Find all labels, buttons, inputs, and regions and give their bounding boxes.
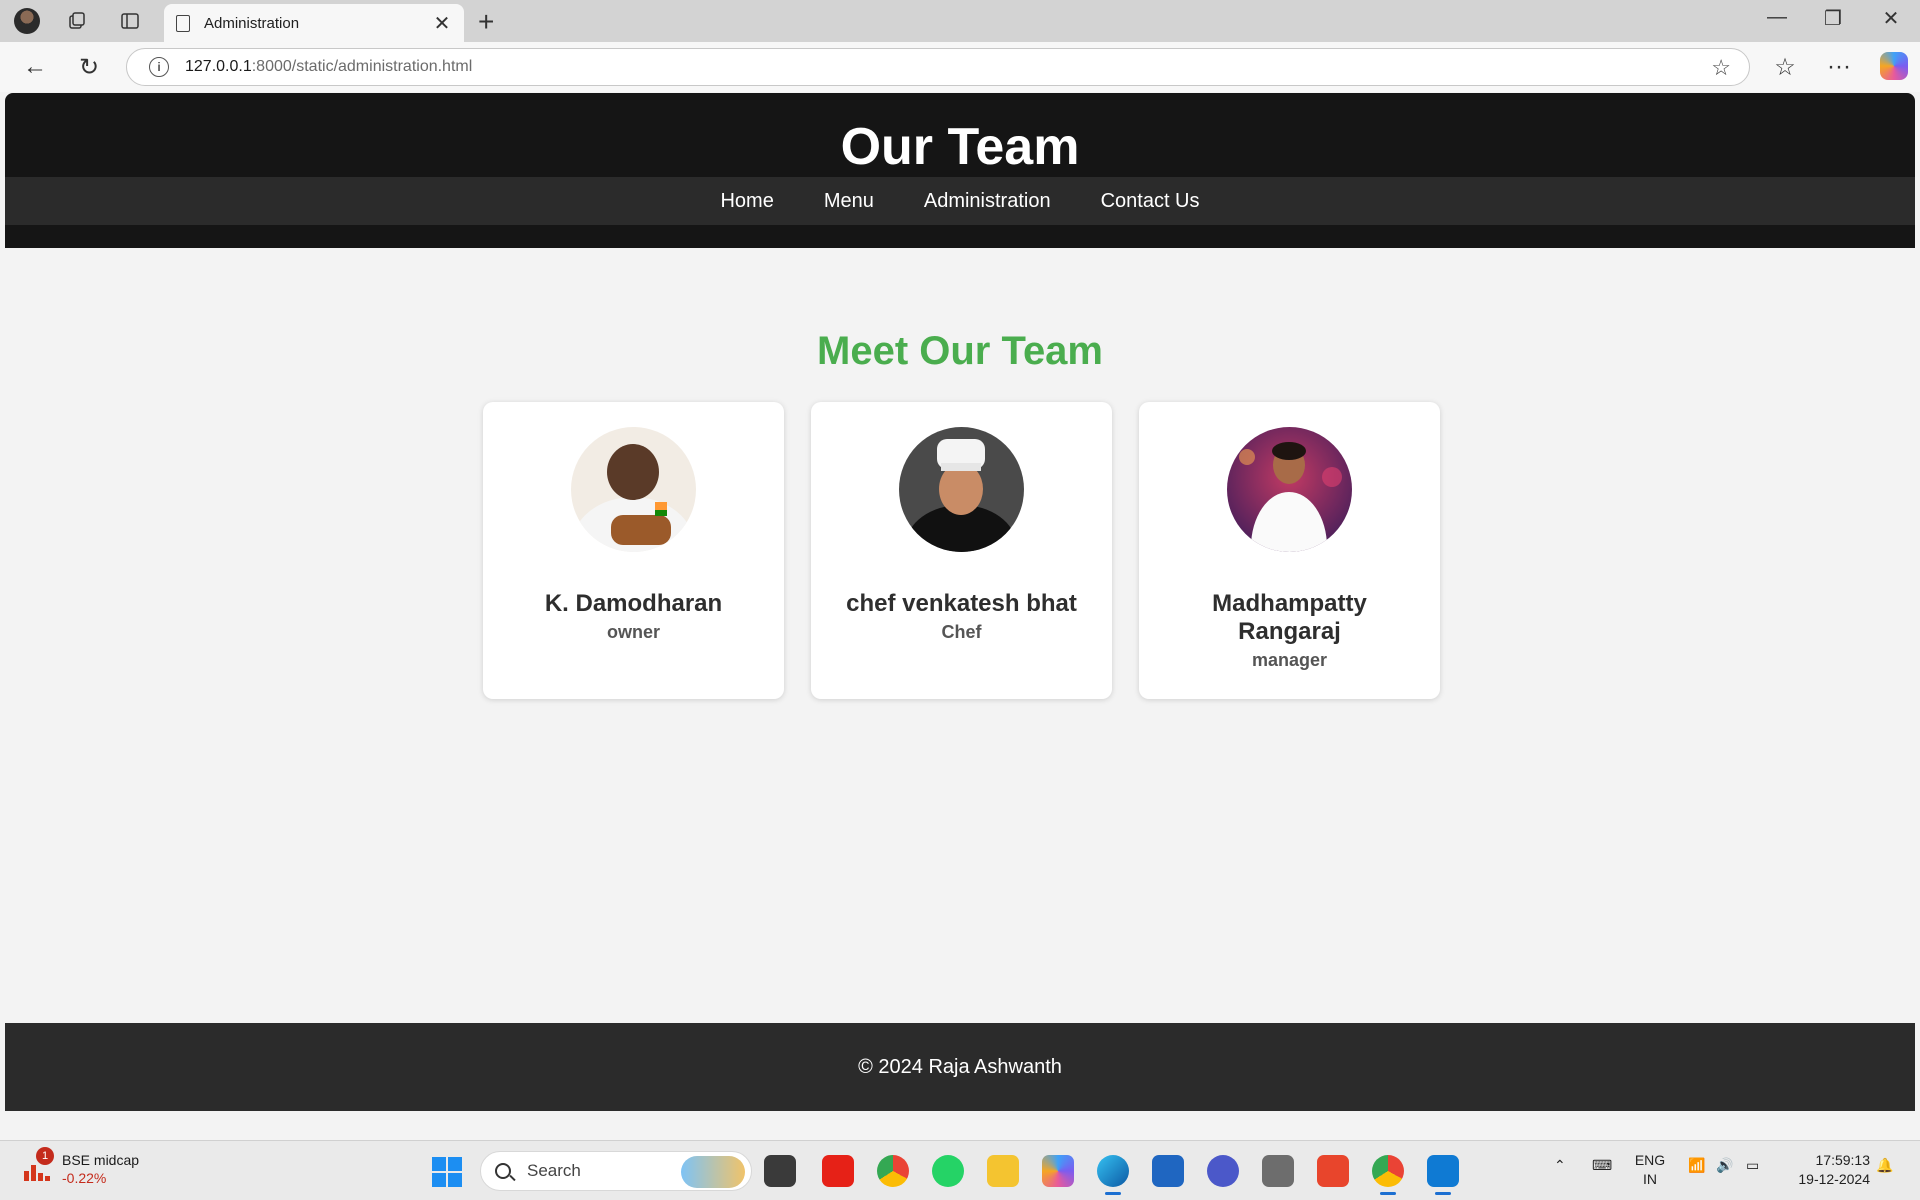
url-host: 127.0.0.1 [185,58,252,75]
refresh-icon[interactable]: ↻ [74,52,104,82]
new-tab-icon[interactable]: + [478,6,494,38]
member-role: manager [1251,650,1328,670]
keyboard-icon[interactable]: ⌨ [1592,1157,1612,1174]
chrome-profile-icon[interactable] [1372,1155,1404,1195]
tab-administration[interactable]: Administration ✕ [164,4,464,42]
whatsapp-icon[interactable] [932,1155,964,1187]
minimize-icon[interactable]: — [1762,6,1792,29]
vscode-icon[interactable] [1427,1155,1459,1195]
volume-icon[interactable]: 🔊 [1716,1157,1733,1174]
anydesk-icon[interactable] [1207,1155,1239,1187]
nav-contact-us[interactable]: Contact Us [1101,190,1200,213]
search-placeholder: Search [527,1161,581,1180]
stock-change: -0.22% [62,1170,107,1186]
member-name: Madhampatty Rangaraj manager [1159,590,1420,674]
member-name-text: chef venkatesh bhat [846,590,1077,617]
profile-avatar[interactable] [14,8,40,34]
site-title: Our Team [840,118,1080,176]
windows-start-icon[interactable] [432,1157,462,1187]
main-nav: Home Menu Administration Contact Us [5,177,1915,225]
footer-copyright: © 2024 Raja Ashwanth [858,1055,1062,1078]
clock-time: 17:59:13 [1815,1152,1871,1168]
stock-chart-icon: 1 [22,1147,54,1185]
browser-toolbar: ← ↻ i 127.0.0.1:8000/static/administrati… [0,42,1920,92]
close-tab-icon[interactable]: ✕ [432,11,452,36]
url-path: :8000/static/administration.html [251,58,473,75]
favorite-star-icon[interactable]: ☆ [1711,55,1731,81]
file-explorer-icon[interactable] [987,1155,1019,1187]
notification-badge: 1 [36,1147,54,1165]
member-name: chef venkatesh bhat Chef [831,590,1092,646]
restore-icon[interactable]: ❐ [1818,6,1848,31]
member-role: owner [606,622,660,642]
search-icon [495,1163,511,1179]
tab-title: Administration [204,14,300,32]
team-card: chef venkatesh bhat Chef [811,402,1112,699]
chevron-up-icon[interactable]: ⌃ [1554,1157,1566,1174]
search-highlight-icon [681,1156,745,1188]
page-viewport: Our Team Home Menu Administration Contac… [5,93,1915,1138]
task-view-icon[interactable] [764,1155,796,1187]
member-name-text: Madhampatty Rangaraj [1212,590,1367,645]
member-role: Chef [941,622,982,642]
favorites-icon[interactable]: ☆ [1770,52,1800,82]
wifi-icon[interactable]: 📶 [1688,1157,1705,1174]
member-photo [1227,427,1352,552]
member-photo [899,427,1024,552]
notification-bell-icon[interactable]: 🔔 [1876,1157,1893,1174]
team-card: K. Damodharan owner [483,402,784,699]
team-grid: K. Damodharan owner chef venkatesh bhat … [483,402,1443,699]
more-options-icon[interactable]: ··· [1824,52,1854,82]
address-bar[interactable]: i 127.0.0.1:8000/static/administration.h… [126,48,1750,86]
store-icon[interactable] [1152,1155,1184,1187]
language-line1: ENG [1634,1152,1666,1168]
wps-office-icon[interactable] [1317,1155,1349,1187]
stock-name: BSE midcap [62,1152,140,1168]
workspaces-icon[interactable] [64,8,90,34]
member-photo [571,427,696,552]
edge-icon[interactable] [1097,1155,1129,1195]
site-header: Our Team Home Menu Administration Contac… [5,93,1915,248]
nav-administration[interactable]: Administration [924,190,1051,213]
close-window-icon[interactable]: ✕ [1876,6,1906,31]
browser-tab-strip: Administration ✕ + — ❐ ✕ [0,0,1920,42]
language-indicator[interactable]: ENG IN [1630,1151,1670,1189]
site-info-icon[interactable]: i [149,57,169,77]
page-icon [176,14,190,32]
youtube-icon[interactable] [822,1155,854,1187]
language-line2: IN [1643,1171,1657,1187]
section-title: Meet Our Team [817,329,1103,373]
copilot-icon[interactable] [1880,52,1908,80]
member-name: K. Damodharan owner [503,590,764,646]
chrome-icon[interactable] [877,1155,909,1187]
battery-icon[interactable]: ▭ [1746,1157,1759,1174]
taskbar: 1 BSE midcap -0.22% Search ⌃ ⌨ ENG IN 📶 … [0,1140,1920,1200]
nav-menu[interactable]: Menu [824,190,874,213]
clock[interactable]: 17:59:13 19-12-2024 [1780,1151,1870,1189]
nav-home[interactable]: Home [720,190,773,213]
clock-date: 19-12-2024 [1798,1171,1870,1187]
site-footer: © 2024 Raja Ashwanth [5,1023,1915,1111]
member-name-text: K. Damodharan [544,590,723,617]
taskbar-search[interactable]: Search [480,1151,752,1191]
copilot-app-icon[interactable] [1042,1155,1074,1187]
vertical-tabs-icon[interactable] [117,8,143,34]
camera-icon[interactable] [1262,1155,1294,1187]
back-icon[interactable]: ← [20,52,50,82]
team-card: Madhampatty Rangaraj manager [1139,402,1440,699]
stock-widget[interactable]: 1 BSE midcap -0.22% [22,1147,140,1187]
